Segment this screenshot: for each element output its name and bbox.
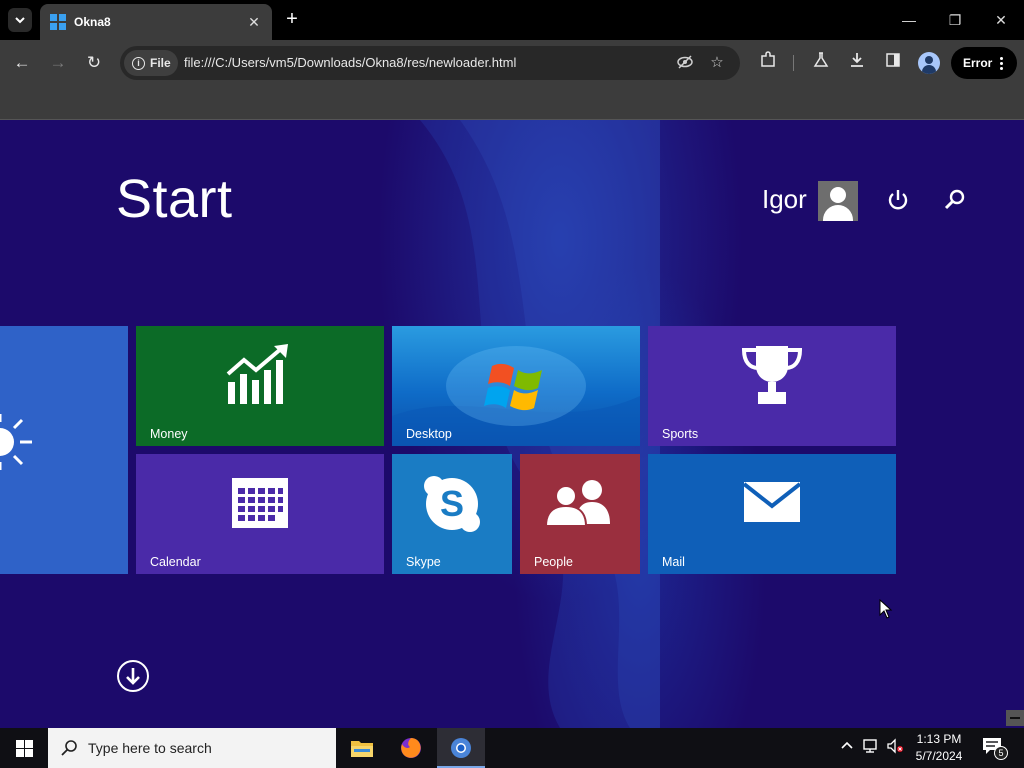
bookmarks-bar <box>0 86 1024 120</box>
money-tile[interactable]: Money <box>136 326 384 446</box>
tile-label: Mail <box>662 555 685 569</box>
taskbar: Type here to search 1:13 PM 5/7/2024 5 <box>0 728 1024 768</box>
firefox-icon <box>401 738 421 758</box>
arrow-down-icon <box>126 668 140 685</box>
search-icon[interactable] <box>943 188 967 212</box>
sun-icon <box>0 414 32 470</box>
file-explorer-app[interactable] <box>338 728 386 768</box>
close-window-button[interactable]: ✕ <box>986 8 1016 32</box>
start-button[interactable] <box>0 728 48 768</box>
error-menu-button[interactable]: Error <box>951 47 1017 79</box>
search-icon <box>61 740 77 756</box>
mouse-cursor-icon <box>879 599 893 619</box>
tile-label: People <box>534 555 573 569</box>
tile-label: Sports <box>662 427 699 441</box>
browser-tab[interactable]: Okna8 ✕ <box>40 4 272 40</box>
address-bar[interactable]: i File file:///C:/Users/vm5/Downloads/Ok… <box>120 46 740 80</box>
mail-envelope-icon <box>744 482 800 522</box>
tab-title: Okna8 <box>74 15 111 29</box>
site-chip-label: File <box>150 56 171 70</box>
url-text[interactable]: file:///C:/Users/vm5/Downloads/Okna8/res… <box>184 55 516 70</box>
weather-tile[interactable] <box>0 326 128 574</box>
bookmark-star-icon[interactable]: ☆ <box>707 53 727 73</box>
start-title: Start <box>116 169 233 229</box>
minimize-button[interactable]: — <box>894 8 924 32</box>
chevron-down-icon <box>15 17 25 24</box>
volume-muted-icon[interactable] <box>885 738 905 758</box>
eye-off-icon[interactable] <box>675 53 695 73</box>
browser-toolbar: ← → ↻ i File file:///C:/Users/vm5/Downlo… <box>0 40 1024 86</box>
notification-center-button[interactable]: 5 <box>982 736 1008 760</box>
svg-text:S: S <box>440 483 464 524</box>
stock-chart-icon <box>226 344 288 404</box>
notification-count-badge: 5 <box>994 746 1008 760</box>
all-apps-button[interactable] <box>117 660 149 692</box>
windows-favicon-icon <box>50 14 66 30</box>
back-button[interactable]: ← <box>10 51 34 75</box>
windows-logo-icon <box>484 363 542 411</box>
chevron-up-icon[interactable] <box>837 738 857 758</box>
more-vert-icon <box>1000 56 1004 70</box>
taskbar-search-placeholder: Type here to search <box>88 740 212 756</box>
folder-icon <box>351 741 373 757</box>
trophy-icon <box>741 346 803 404</box>
taskbar-search-box[interactable]: Type here to search <box>48 728 336 768</box>
new-tab-button[interactable]: + <box>282 8 302 32</box>
user-name[interactable]: Igor <box>762 184 807 215</box>
info-icon: i <box>132 56 145 70</box>
desktop-tile[interactable]: Desktop <box>392 326 640 446</box>
restore-button[interactable]: ❐ <box>940 8 970 32</box>
network-icon[interactable] <box>861 738 881 758</box>
tab-search-button[interactable] <box>8 8 32 32</box>
tile-label: Calendar <box>150 555 201 569</box>
toolbar-separator <box>793 55 794 71</box>
skype-icon: S <box>424 476 480 532</box>
sports-tile[interactable]: Sports <box>648 326 896 446</box>
calendar-tile[interactable]: Calendar <box>136 454 384 574</box>
side-panel-icon[interactable] <box>881 51 905 75</box>
download-icon[interactable] <box>845 51 869 75</box>
error-label: Error <box>963 56 993 70</box>
skype-tile[interactable]: S Skype <box>392 454 512 574</box>
browser-tab-strip: Okna8 ✕ + — ❐ ✕ <box>0 0 1024 40</box>
show-desktop-button[interactable] <box>1006 710 1024 726</box>
start-screen: Start Igor Money Desktop Sports Calendar… <box>0 120 1024 728</box>
mail-tile[interactable]: Mail <box>648 454 896 574</box>
chrome-icon <box>451 738 471 758</box>
clock-date: 5/7/2024 <box>915 749 963 763</box>
user-avatar[interactable] <box>818 181 858 221</box>
forward-button[interactable]: → <box>46 51 70 75</box>
system-clock[interactable]: 1:13 PM 5/7/2024 <box>905 731 973 765</box>
power-icon[interactable] <box>885 187 911 213</box>
labs-flask-icon[interactable] <box>809 51 833 75</box>
firefox-app[interactable] <box>387 728 435 768</box>
people-icon <box>546 480 610 526</box>
tile-label: Money <box>150 427 188 441</box>
tab-close-icon[interactable]: ✕ <box>246 14 262 31</box>
calendar-icon <box>232 478 288 528</box>
reload-button[interactable]: ↻ <box>82 51 106 75</box>
clock-time: 1:13 PM <box>916 732 962 746</box>
people-tile[interactable]: People <box>520 454 640 574</box>
windows-start-icon <box>15 739 33 757</box>
extensions-icon[interactable] <box>756 51 780 75</box>
chrome-app[interactable] <box>437 728 485 768</box>
profile-avatar[interactable] <box>918 52 940 74</box>
site-info-chip[interactable]: i File <box>124 50 178 76</box>
tile-label: Skype <box>406 555 441 569</box>
tile-label: Desktop <box>406 427 452 441</box>
